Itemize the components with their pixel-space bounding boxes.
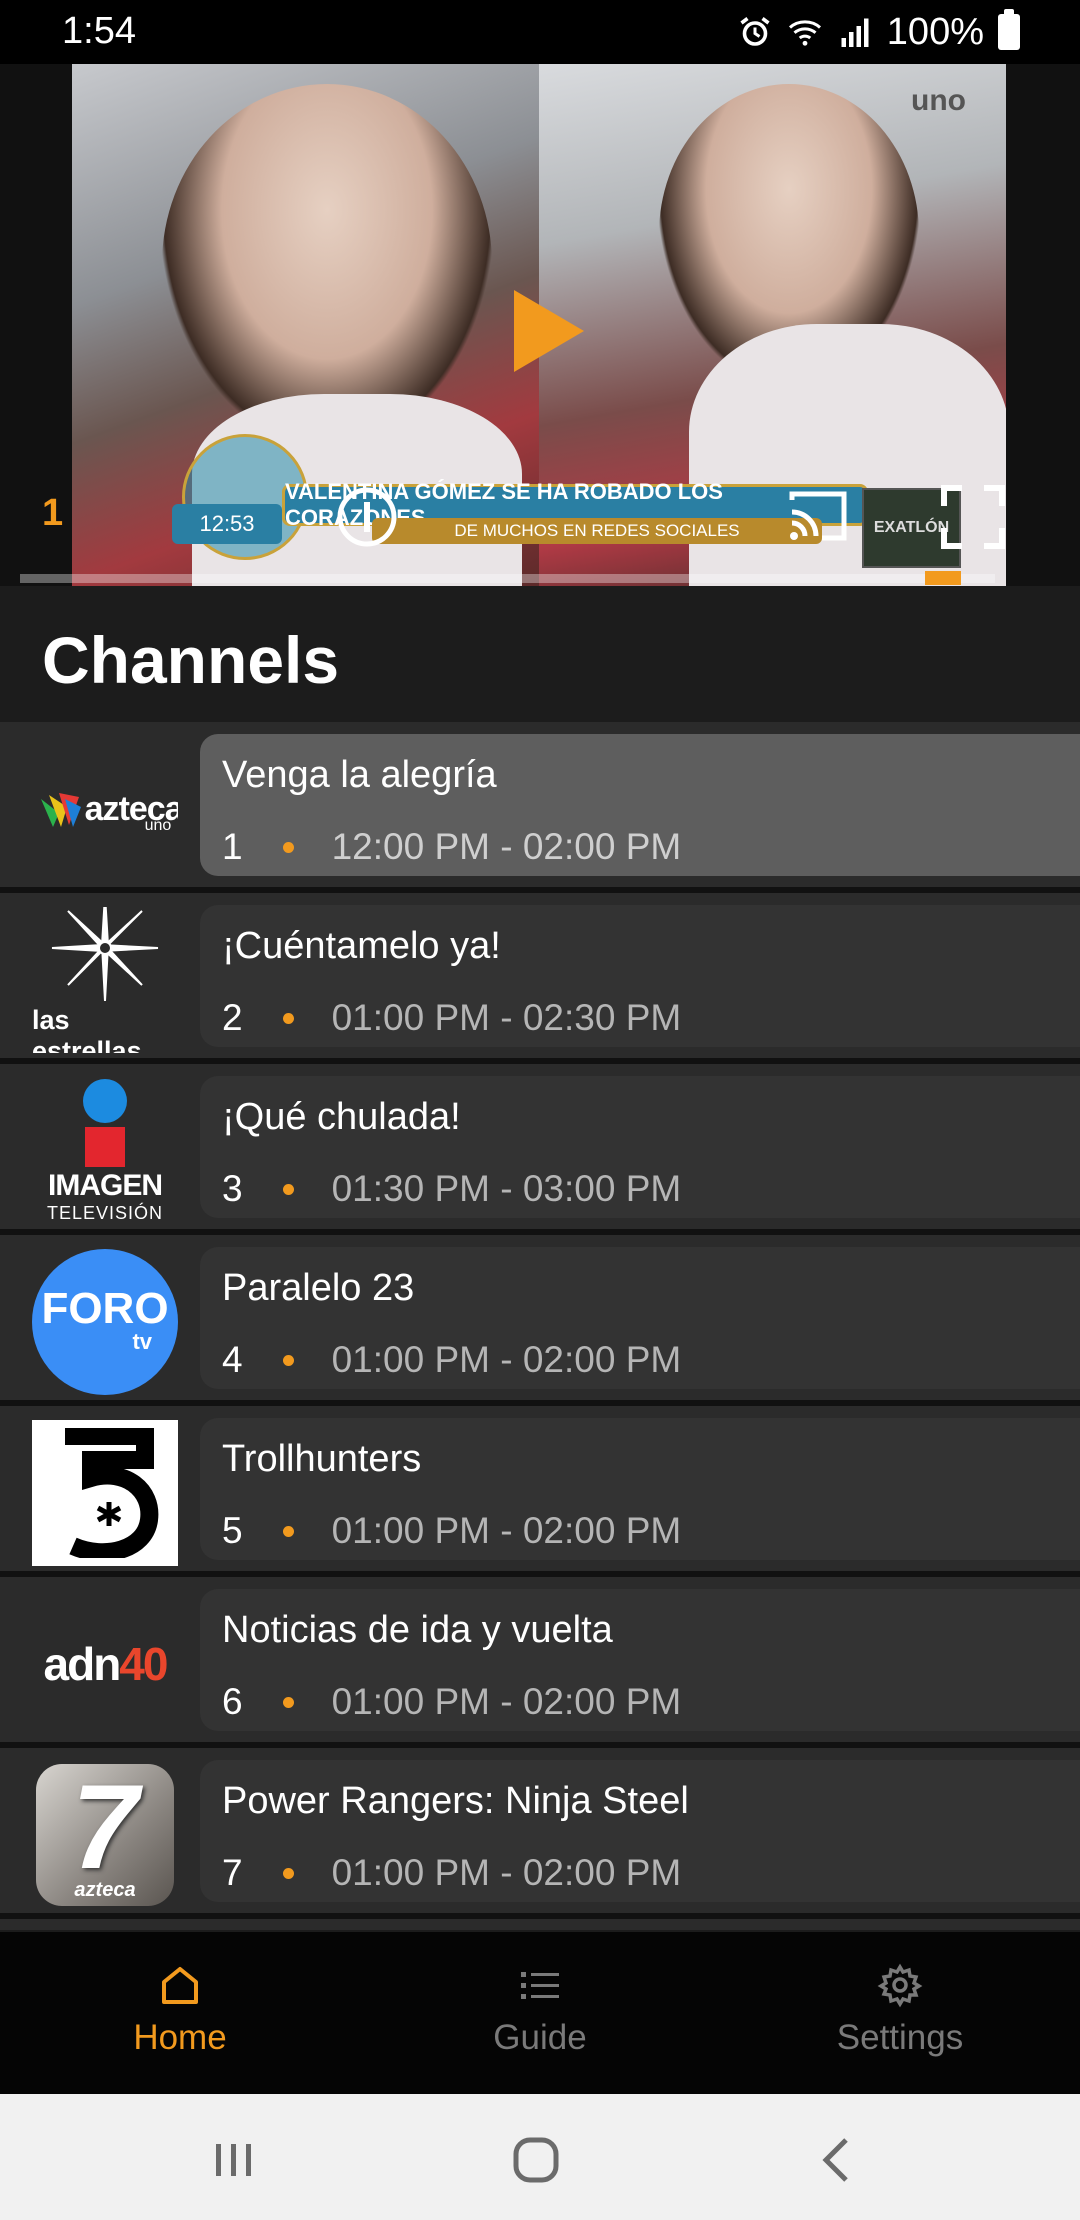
nav-home[interactable]: Home [0,1932,360,2094]
channel-row-5[interactable]: Trollhunters 5 01:00 PM - 02:00 PM [0,1406,1080,1571]
program-meta: 6 01:00 PM - 02:00 PM [222,1681,681,1723]
program-title: Power Rangers: Ninja Steel [222,1780,689,1822]
separator-dot [282,1354,294,1366]
home-icon [162,1967,198,2004]
alarm-icon [737,14,773,50]
broadcast-banner-sub: DE MUCHOS EN REDES SOCIALES [372,518,822,544]
nav-guide[interactable]: Guide [360,1932,720,2094]
channel-row-2[interactable]: las estrellas ¡Cuéntamelo ya! 2 01:00 PM… [0,893,1080,1058]
page-title: Channels [42,623,340,697]
program-time: 01:00 PM - 02:00 PM [331,1510,682,1551]
signal-icon [837,14,873,50]
nav-guide-label: Guide [493,2018,587,2057]
separator-dot [282,841,294,853]
azteca-uno-logo: azteca uno [32,736,178,882]
channel-number: 3 [222,1168,243,1209]
battery-percent: 100% [886,10,984,53]
adn40-logo: adn40 [43,1638,169,1690]
playback-progress-thumb[interactable] [924,571,961,585]
channel-row-3[interactable]: IMAGEN TELEVISIÓN ¡Qué chulada! 3 01:30 … [0,1064,1080,1229]
gear-icon [877,1963,923,2008]
channel-number: 2 [222,997,243,1038]
program-info-card[interactable]: Noticias de ida y vuelta 6 01:00 PM - 02… [200,1589,1080,1731]
program-time: 12:00 PM - 02:00 PM [331,826,682,867]
separator-dot [282,1012,294,1024]
program-title: ¡Qué chulada! [222,1096,461,1138]
wifi-icon [787,14,823,50]
nav-settings-label: Settings [836,2018,964,2057]
status-bar: 1:54 100% [0,0,1080,64]
status-time: 1:54 [62,10,136,52]
info-icon[interactable] [336,486,398,548]
video-player[interactable]: uno 12:53 VALENTINA GÓMEZ SE HA ROBADO L… [0,64,1080,586]
play-icon[interactable] [508,286,588,376]
channel-number: 4 [222,1339,243,1380]
program-meta: 4 01:00 PM - 02:00 PM [222,1339,681,1381]
program-title: ¡Cuéntamelo ya! [222,925,501,967]
program-title: Paralelo 23 [222,1267,415,1309]
channel-list[interactable]: azteca uno Venga la alegría 1 12:00 PM -… [0,722,1080,1930]
channel-number: 5 [222,1510,243,1551]
recent-apps-icon[interactable] [204,2130,264,2190]
separator-dot [282,1696,294,1708]
program-time: 01:00 PM - 02:00 PM [331,1339,682,1380]
back-icon[interactable] [808,2130,868,2190]
foro-tv-logo: FORO tv [32,1249,178,1395]
program-info-card[interactable]: ¡Cuéntamelo ya! 2 01:00 PM - 02:30 PM [200,905,1080,1047]
program-meta: 7 01:00 PM - 02:00 PM [222,1852,681,1894]
program-title: Venga la alegría [222,754,497,796]
program-info-card[interactable]: Paralelo 23 4 01:00 PM - 02:00 PM [200,1247,1080,1389]
program-title: Noticias de ida y vuelta [222,1609,613,1651]
azteca-7-logo: 7 azteca [32,1762,178,1908]
channel-number: 1 [222,826,243,867]
program-meta: 2 01:00 PM - 02:30 PM [222,997,681,1039]
imagen-television-logo: IMAGEN TELEVISIÓN [32,1078,178,1224]
program-meta: 3 01:30 PM - 03:00 PM [222,1168,681,1210]
channel-row-1[interactable]: azteca uno Venga la alegría 1 12:00 PM -… [0,722,1080,887]
cast-icon[interactable] [786,488,850,544]
fullscreen-icon[interactable] [940,484,1006,550]
list-icon [521,1972,559,1999]
program-info-card[interactable]: Venga la alegría 1 12:00 PM - 02:00 PM [200,734,1080,876]
playback-progress-fill [20,574,961,583]
program-info-card[interactable]: Power Rangers: Ninja Steel 7 01:00 PM - … [200,1760,1080,1902]
bottom-navigation: Home Guide Settings [0,1932,1080,2094]
channel-row-partial[interactable] [0,1919,1080,1930]
current-channel-number: 1 [42,492,64,534]
channel-row-7[interactable]: 7 azteca Power Rangers: Ninja Steel 7 01… [0,1748,1080,1913]
home-circle-icon[interactable] [506,2130,566,2190]
separator-dot [282,1867,294,1879]
channels-header: Channels [0,586,1080,722]
channel-row-6[interactable]: adn40 Noticias de ida y vuelta 6 01:00 P… [0,1577,1080,1742]
battery-icon [998,9,1020,50]
separator-dot [282,1183,294,1195]
nav-home-label: Home [133,2018,227,2057]
channel-row-4[interactable]: FORO tv Paralelo 23 4 01:00 PM - 02:00 P… [0,1235,1080,1400]
status-icons: 100% [737,9,1020,54]
program-meta: 5 01:00 PM - 02:00 PM [222,1510,681,1552]
channel-number: 7 [222,1852,243,1893]
program-info-card[interactable]: ¡Qué chulada! 3 01:30 PM - 03:00 PM [200,1076,1080,1218]
program-time: 01:00 PM - 02:30 PM [331,997,682,1038]
broadcast-corner-logo: uno [911,84,966,117]
program-info-card[interactable]: Trollhunters 5 01:00 PM - 02:00 PM [200,1418,1080,1560]
las-estrellas-logo: las estrellas [32,907,178,1053]
canal-5-logo [32,1420,178,1566]
broadcast-clock: 12:53 [172,504,282,544]
playback-progress-bar[interactable] [20,571,995,585]
channel-number: 6 [222,1681,243,1722]
program-time: 01:00 PM - 02:00 PM [331,1681,682,1722]
separator-dot [282,1525,294,1537]
program-meta: 1 12:00 PM - 02:00 PM [222,826,681,868]
program-time: 01:30 PM - 03:00 PM [331,1168,682,1209]
system-navigation-bar [0,2094,1080,2220]
program-title: Trollhunters [222,1438,422,1480]
nav-settings[interactable]: Settings [720,1932,1080,2094]
program-time: 01:00 PM - 02:00 PM [331,1852,682,1893]
